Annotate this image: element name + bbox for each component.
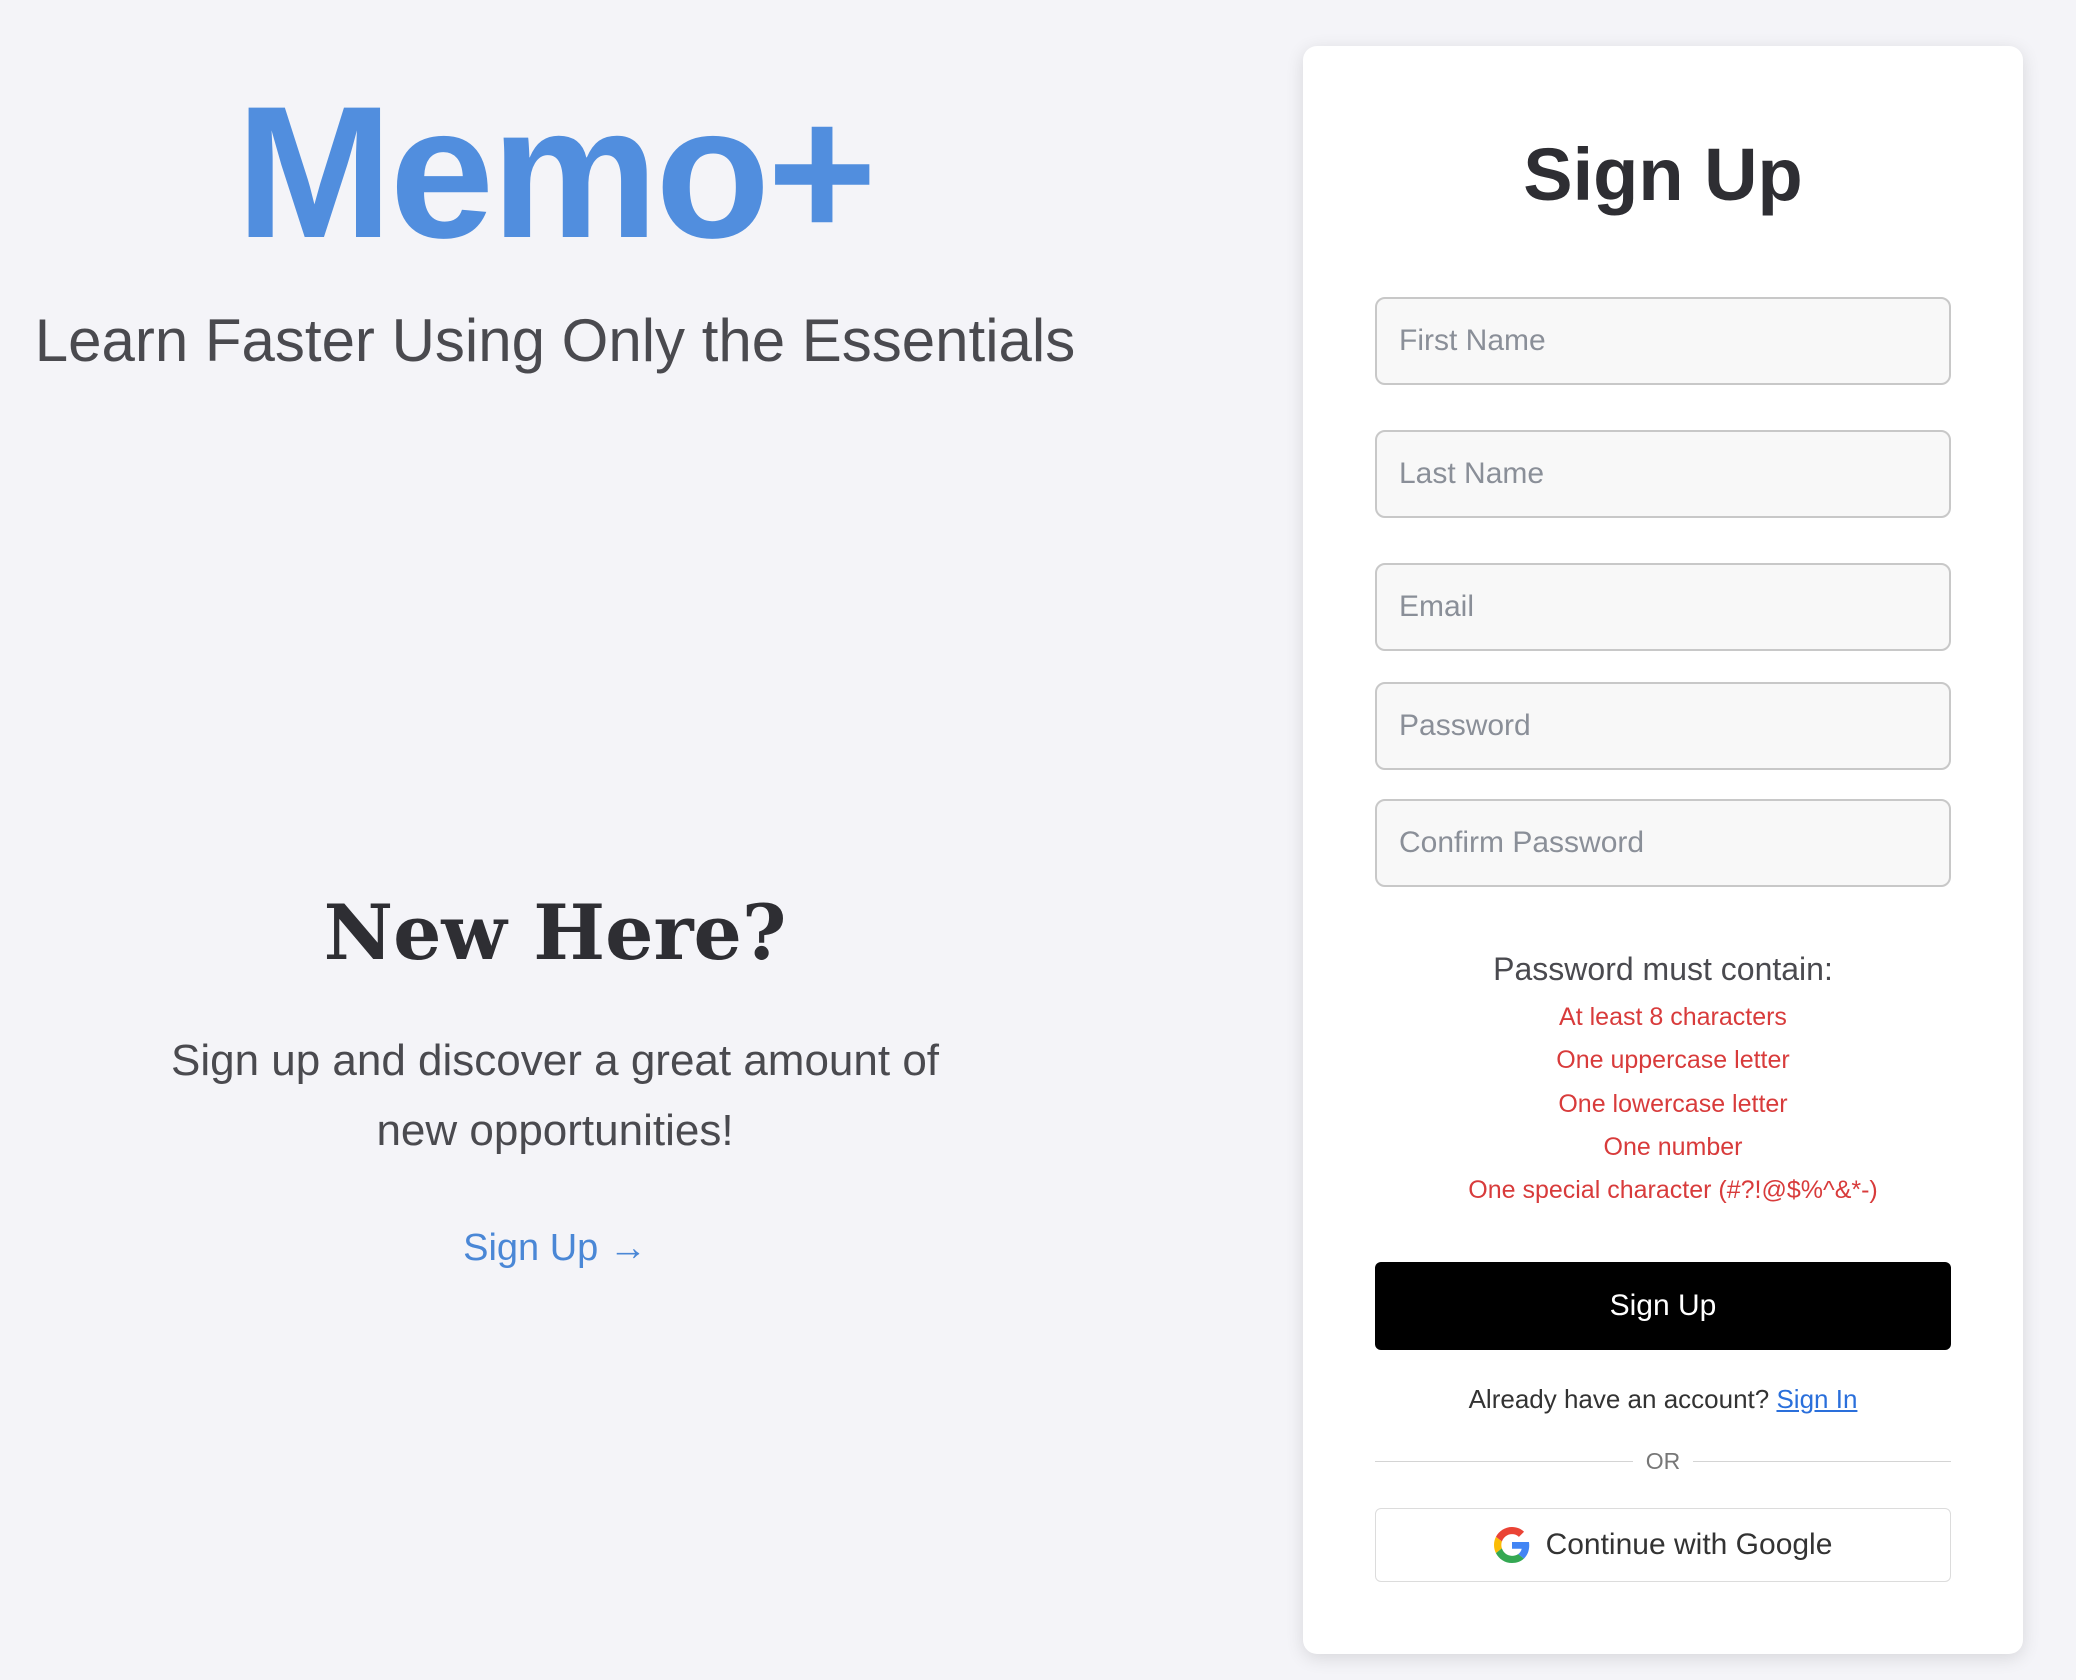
requirement-item: One uppercase letter bbox=[1556, 1046, 1790, 1075]
requirement-item: One special character (#?!@$%^&*-) bbox=[1468, 1176, 1878, 1205]
signin-prompt: Already have an account? Sign In bbox=[1303, 1382, 2023, 1416]
last-name-input[interactable] bbox=[1375, 430, 1951, 518]
google-signin-button[interactable]: Continue with Google bbox=[1375, 1508, 1951, 1582]
app-tagline: Learn Faster Using Only the Essentials bbox=[34, 307, 1076, 374]
signup-submit-button[interactable]: Sign Up bbox=[1375, 1262, 1951, 1350]
confirm-password-input[interactable] bbox=[1375, 799, 1951, 887]
new-here-heading: New Here? bbox=[323, 888, 787, 977]
divider-line-right bbox=[1693, 1461, 1951, 1462]
promo-signup-link[interactable]: Sign Up → bbox=[0, 1224, 1110, 1272]
email-input[interactable] bbox=[1375, 563, 1951, 651]
app-logo: Memo+ bbox=[236, 67, 877, 277]
password-input[interactable] bbox=[1375, 682, 1951, 770]
requirement-item: One number bbox=[1603, 1132, 1743, 1161]
requirement-item: At least 8 characters bbox=[1559, 1003, 1787, 1031]
password-requirements-title: Password must contain: bbox=[1493, 951, 1833, 987]
password-requirements-list: At least 8 characters One uppercase lett… bbox=[1303, 996, 2023, 1212]
or-divider: OR bbox=[1375, 1444, 1951, 1478]
promo-panel: Memo+ Learn Faster Using Only the Essent… bbox=[0, 0, 1110, 1680]
signup-page: Memo+ Learn Faster Using Only the Essent… bbox=[0, 0, 2076, 1680]
new-here-description: Sign up and discover a great amount of n… bbox=[170, 1036, 940, 1155]
google-button-label: Continue with Google bbox=[1545, 1528, 1833, 1561]
first-name-input[interactable] bbox=[1375, 297, 1951, 385]
signup-title: Sign Up bbox=[1523, 133, 1803, 216]
signin-prompt-text: Already have an account? bbox=[1468, 1384, 1770, 1414]
signup-card: Sign Up Password must contain: At least … bbox=[1303, 46, 2023, 1654]
requirement-item: One lowercase letter bbox=[1558, 1089, 1788, 1118]
signin-link[interactable]: Sign In bbox=[1776, 1384, 1857, 1414]
google-g-icon bbox=[1493, 1527, 1530, 1563]
